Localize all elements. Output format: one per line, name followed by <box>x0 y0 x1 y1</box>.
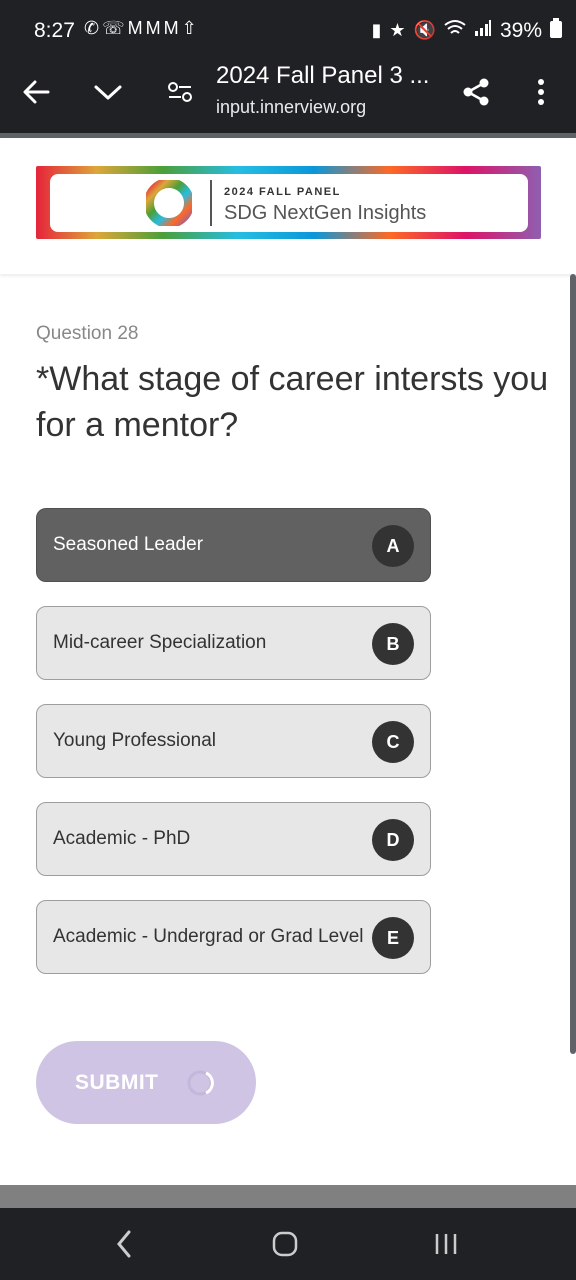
choice-option-b[interactable]: Mid-career Specialization B <box>36 606 431 680</box>
question-number: Question 28 <box>36 323 139 344</box>
signal-icon <box>474 19 492 42</box>
choice-option-d[interactable]: Academic - PhD D <box>36 802 431 876</box>
call-icon: ☏ <box>102 18 128 38</box>
mute-icon: 🔇 <box>413 20 436 40</box>
star-icon: ★ <box>389 20 406 40</box>
banner-kicker: 2024 FALL PANEL <box>224 186 341 198</box>
choice-key-badge: E <box>372 917 414 959</box>
choice-option-a[interactable]: Seasoned Leader A <box>36 508 431 582</box>
choice-option-e[interactable]: Academic - Undergrad or Grad Level E <box>36 900 431 974</box>
choice-label: Academic - PhD <box>53 828 191 849</box>
more-options-icon[interactable] <box>521 72 561 112</box>
submit-label: SUBMIT <box>75 1070 159 1094</box>
upload-icon: ⇧ <box>181 18 200 38</box>
status-time: 8:27 <box>34 19 75 42</box>
page-url[interactable]: input.innerview.org <box>216 97 366 118</box>
browser-toolbar: 2024 Fall Panel 3 ... input.innerview.or… <box>0 62 576 133</box>
question-text: *What stage of career intersts you for a… <box>36 360 549 444</box>
battery-icon <box>550 18 562 43</box>
loading-spinner-icon <box>186 1069 216 1097</box>
choice-key-badge: A <box>372 525 414 567</box>
gmail-icon: M <box>127 18 146 38</box>
nav-home-icon[interactable] <box>265 1226 305 1262</box>
page-footer-bar <box>0 1185 576 1208</box>
gmail-icon: M <box>163 18 182 38</box>
site-settings-icon[interactable] <box>160 72 200 112</box>
survey-banner: 2024 FALL PANEL SDG NextGen Insights <box>36 166 541 239</box>
notification-icons: ✆☏MMM⇧ <box>84 18 200 39</box>
system-icons: ▮ ★ 🔇 39% <box>371 18 562 43</box>
chevron-down-icon[interactable] <box>88 72 128 112</box>
status-bar: 8:27 ✆☏MMM⇧ ▮ ★ 🔇 39% <box>0 0 576 62</box>
banner-divider <box>210 180 212 226</box>
share-icon[interactable] <box>456 72 496 112</box>
choice-label: Seasoned Leader <box>53 534 204 555</box>
choice-key-badge: D <box>372 819 414 861</box>
choice-label: Mid-career Specialization <box>53 632 267 653</box>
banner-card: 2024 FALL PANEL SDG NextGen Insights <box>50 174 528 232</box>
choice-option-c[interactable]: Young Professional C <box>36 704 431 778</box>
system-navigation-bar <box>0 1208 576 1280</box>
nav-back-icon[interactable] <box>104 1226 144 1262</box>
choice-label: Academic - Undergrad or Grad Level <box>53 926 364 947</box>
submit-button[interactable]: SUBMIT <box>36 1041 256 1124</box>
back-icon[interactable] <box>16 72 56 112</box>
choice-key-badge: C <box>372 721 414 763</box>
wifi-icon <box>444 19 466 42</box>
whatsapp-icon: ✆ <box>84 18 103 38</box>
banner-title: SDG NextGen Insights <box>224 202 427 224</box>
nav-recents-icon[interactable] <box>426 1226 466 1262</box>
battery-saver-icon: ▮ <box>371 20 382 40</box>
page-scrollbar[interactable] <box>570 274 576 1054</box>
choice-label: Young Professional <box>53 730 217 751</box>
browser-chrome: 8:27 ✆☏MMM⇧ ▮ ★ 🔇 39% 2024 Fall Panel 3 … <box>0 0 576 133</box>
sdg-wheel-icon <box>144 178 194 228</box>
battery-percent: 39% <box>499 18 542 42</box>
survey-header: 2024 FALL PANEL SDG NextGen Insights <box>0 138 576 274</box>
page-title[interactable]: 2024 Fall Panel 3 ... <box>216 62 429 90</box>
gmail-icon: M <box>145 18 164 38</box>
choice-key-badge: B <box>372 623 414 665</box>
